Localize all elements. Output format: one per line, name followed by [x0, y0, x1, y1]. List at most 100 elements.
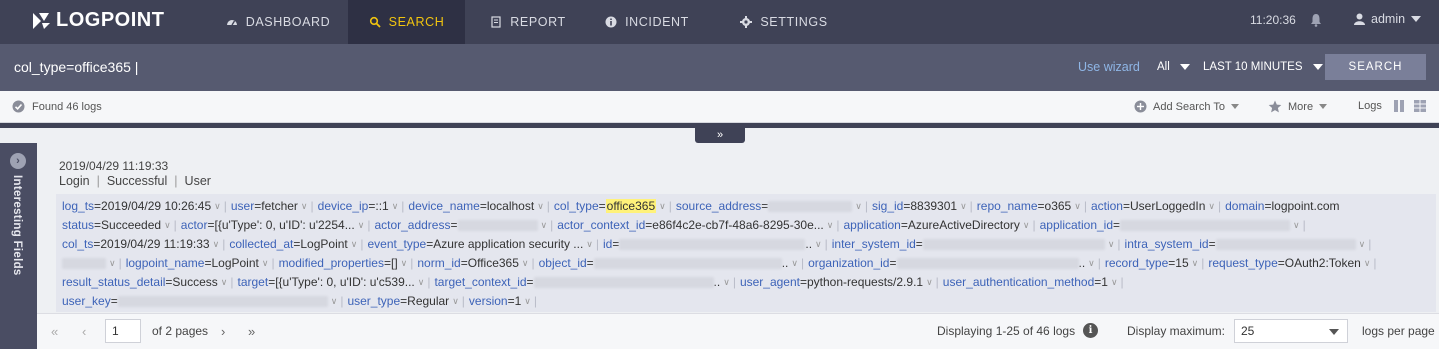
page-number-input[interactable]: 1: [105, 319, 141, 343]
interesting-fields-panel[interactable]: › Interesting Fields: [0, 143, 37, 349]
log-field[interactable]: request_type = OAuth2:Token ∨ |: [1208, 256, 1380, 270]
chevron-down-icon[interactable]: ∨: [213, 239, 220, 250]
log-field[interactable]: status = Succeeded ∨ |: [62, 218, 181, 232]
log-field[interactable]: sig_id = 8839301 ∨ |: [872, 199, 977, 213]
chevron-down-icon[interactable]: ∨: [827, 220, 834, 231]
log-field[interactable]: actor_address = ∨ |: [374, 218, 557, 232]
log-field[interactable]: device_name = localhost ∨ |: [408, 199, 554, 213]
last-page-icon[interactable]: »: [248, 324, 255, 339]
chevron-down-icon[interactable]: ∨: [659, 201, 666, 212]
chevron-down-icon[interactable]: ∨: [401, 258, 408, 269]
log-field[interactable]: source_address = ∨ |: [676, 199, 872, 213]
chevron-down-icon[interactable]: ∨: [1111, 277, 1118, 288]
log-field[interactable]: object_id =.. ∨ |: [539, 256, 808, 270]
info-icon[interactable]: i: [1083, 323, 1098, 338]
log-field[interactable]: device_ip =::1 ∨ |: [318, 199, 409, 213]
chevron-down-icon[interactable]: ∨: [418, 277, 425, 288]
tab-search[interactable]: SEARCH: [348, 0, 465, 44]
chevron-down-icon[interactable]: ∨: [1208, 201, 1215, 212]
tab-settings[interactable]: SETTINGS: [730, 0, 838, 44]
chevron-right-icon[interactable]: ›: [10, 153, 26, 169]
log-field[interactable]: target = [{u'Type': 0, u'ID': u'c539... ∨ |: [238, 275, 435, 289]
more-menu[interactable]: More: [1268, 100, 1328, 113]
log-field[interactable]: log_ts = 2019/04/29 10:26:45 ∨ |: [62, 199, 231, 213]
chevron-down-icon[interactable]: ∨: [392, 201, 399, 212]
brand-logo[interactable]: LOGPOINT: [30, 9, 164, 32]
bell-icon[interactable]: [1310, 13, 1322, 27]
use-wizard-link[interactable]: Use wizard: [1078, 60, 1140, 74]
log-field[interactable]: actor_context_id = e86f4c2e-cb7f-48a6-8295…: [557, 218, 843, 232]
chevron-down-icon[interactable]: ∨: [1023, 220, 1030, 231]
chevron-down-icon[interactable]: ∨: [960, 201, 967, 212]
log-field[interactable]: collected_at = LogPoint ∨ |: [229, 237, 367, 251]
summary-tag[interactable]: Login: [59, 174, 90, 188]
chevron-down-icon[interactable]: ∨: [1364, 258, 1371, 269]
chevron-down-icon[interactable]: ∨: [1074, 201, 1081, 212]
time-range-select[interactable]: LAST 10 MINUTES: [1203, 61, 1323, 73]
log-field[interactable]: application = AzureActiveDirectory ∨ |: [843, 218, 1039, 232]
log-field[interactable]: version = 1 ∨ |: [469, 294, 541, 308]
display-max-select[interactable]: 25: [1234, 319, 1348, 343]
chevron-down-icon[interactable]: ∨: [262, 258, 269, 269]
chevron-down-icon[interactable]: ∨: [214, 201, 221, 212]
chevron-down-icon[interactable]: ∨: [1192, 258, 1199, 269]
log-field[interactable]: user_agent = python-requests/2.9.1 ∨ |: [740, 275, 943, 289]
chevron-down-icon[interactable]: ∨: [791, 258, 798, 269]
tab-incident[interactable]: INCIDENT: [592, 0, 702, 44]
summary-tag[interactable]: Successful: [107, 174, 167, 188]
log-field[interactable]: domain = logpoint.com: [1225, 199, 1339, 213]
chevron-down-icon[interactable]: ∨: [164, 220, 171, 231]
chevron-down-icon[interactable]: ∨: [1359, 239, 1366, 250]
log-field[interactable]: id =.. ∨ |: [603, 237, 832, 251]
list-view-icon[interactable]: [1393, 100, 1405, 112]
chevron-down-icon[interactable]: ∨: [524, 296, 531, 307]
chevron-down-icon[interactable]: ∨: [331, 296, 338, 307]
log-field[interactable]: actor = [{u'Type': 0, u'ID': u'2254... ∨ |: [181, 218, 375, 232]
log-field[interactable]: intra_system_id = ∨ |: [1125, 237, 1376, 251]
log-field[interactable]: logpoint_name = LogPoint ∨ |: [126, 256, 279, 270]
prev-page-icon[interactable]: ‹: [82, 324, 86, 339]
chevron-down-icon[interactable]: ∨: [1293, 220, 1300, 231]
log-field[interactable]: result_status_detail = Success ∨ |: [62, 275, 238, 289]
chevron-down-icon[interactable]: ∨: [541, 220, 548, 231]
search-query-input[interactable]: col_type=office365 |: [14, 59, 138, 75]
log-field[interactable]: record_type = 15 ∨ |: [1105, 256, 1208, 270]
chevron-down-icon[interactable]: ∨: [1088, 258, 1095, 269]
chevron-down-icon[interactable]: ∨: [723, 277, 730, 288]
chevron-down-icon[interactable]: ∨: [537, 201, 544, 212]
chevron-down-icon[interactable]: ∨: [109, 258, 116, 269]
repo-select[interactable]: All: [1157, 61, 1190, 73]
log-field[interactable]: target_context_id =.. ∨ |: [434, 275, 739, 289]
log-field[interactable]: organization_id =.. ∨ |: [808, 256, 1105, 270]
tab-report[interactable]: REPORT: [474, 0, 582, 44]
log-field[interactable]: user_key = ∨ |: [62, 294, 347, 308]
collapse-toggle[interactable]: »: [695, 126, 745, 143]
log-field[interactable]: modified_properties =[] ∨ |: [279, 256, 418, 270]
add-search-to-menu[interactable]: Add Search To: [1134, 100, 1239, 113]
log-field[interactable]: user = fetcher ∨ |: [231, 199, 318, 213]
log-field[interactable]: event_type = Azure application security ..…: [367, 237, 603, 251]
chevron-down-icon[interactable]: ∨: [221, 277, 228, 288]
log-field[interactable]: user_type = Regular ∨ |: [347, 294, 468, 308]
tab-dashboard[interactable]: DASHBOARD: [208, 0, 348, 44]
user-menu[interactable]: admin: [1354, 12, 1422, 26]
summary-tag[interactable]: User: [185, 174, 211, 188]
log-field[interactable]: norm_id = Office365 ∨ |: [417, 256, 538, 270]
chevron-down-icon[interactable]: ∨: [1108, 239, 1115, 250]
chevron-down-icon[interactable]: ∨: [815, 239, 822, 250]
chevron-down-icon[interactable]: ∨: [301, 201, 308, 212]
log-field[interactable]: action = UserLoggedIn ∨ |: [1091, 199, 1225, 213]
chevron-down-icon[interactable]: ∨: [855, 201, 862, 212]
chevron-down-icon[interactable]: ∨: [358, 220, 365, 231]
chevron-down-icon[interactable]: ∨: [522, 258, 529, 269]
chevron-down-icon[interactable]: ∨: [452, 296, 459, 307]
log-field[interactable]: col_ts = 2019/04/29 11:19:33 ∨ |: [62, 237, 229, 251]
grid-view-icon[interactable]: [1414, 100, 1426, 112]
chevron-down-icon[interactable]: ∨: [926, 277, 933, 288]
chevron-down-icon[interactable]: ∨: [351, 239, 358, 250]
log-field[interactable]: inter_system_id = ∨ |: [832, 237, 1125, 251]
first-page-icon[interactable]: «: [51, 324, 58, 339]
log-field[interactable]: col_type = office365 ∨ |: [554, 199, 676, 213]
chevron-down-icon[interactable]: ∨: [586, 239, 593, 250]
next-page-icon[interactable]: ›: [221, 324, 225, 339]
